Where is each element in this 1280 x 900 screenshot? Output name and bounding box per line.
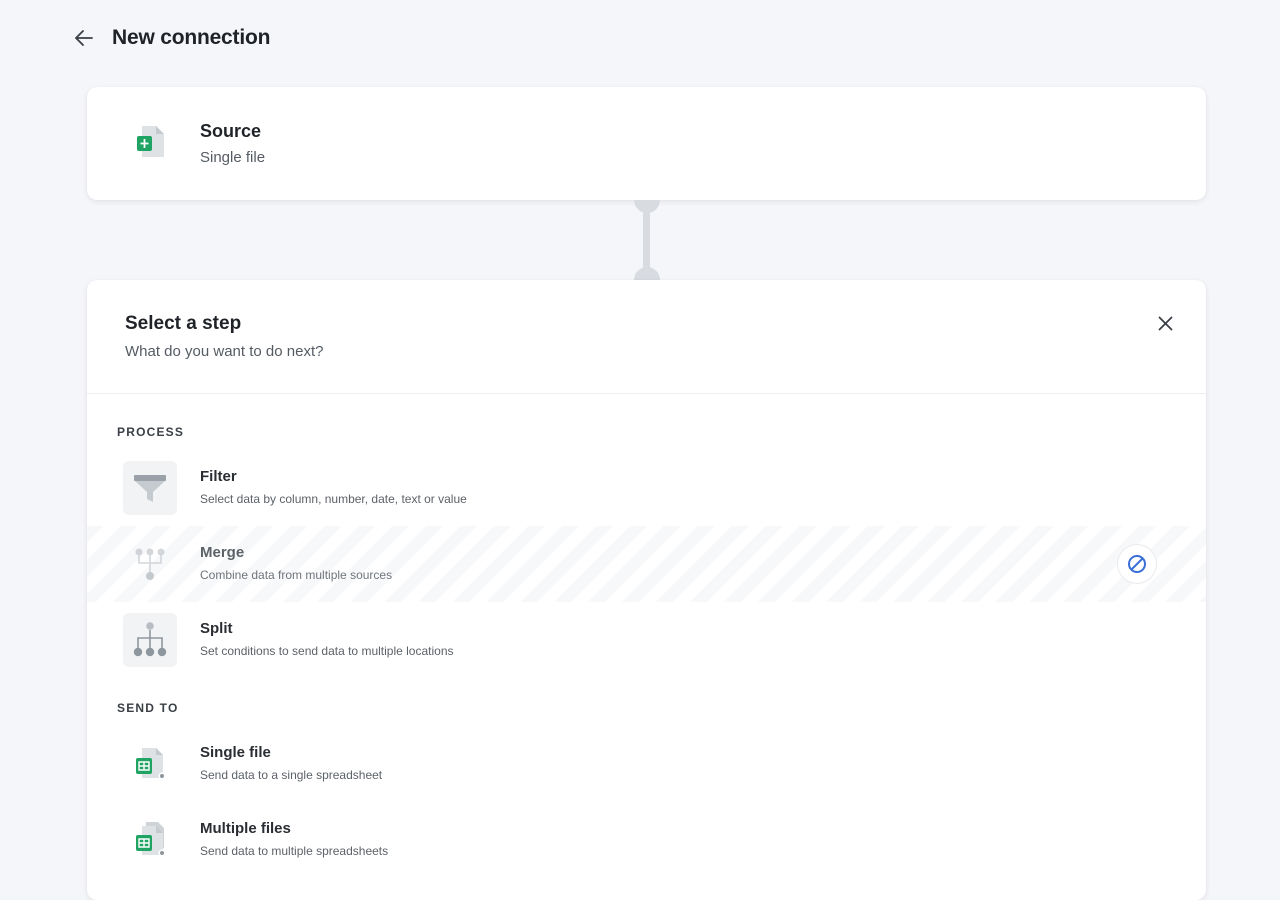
close-icon (1158, 316, 1172, 330)
step-picker-subtitle: What do you want to do next? (125, 343, 324, 360)
single-spreadsheet-icon (123, 737, 177, 791)
step-picker-card: Select a step What do you want to do nex… (87, 280, 1206, 900)
unavailable-icon (1118, 545, 1156, 583)
connector-node-top (634, 200, 660, 213)
source-subtitle: Single file (200, 149, 266, 166)
step-option-title: Split (200, 620, 233, 637)
merge-icon (123, 537, 177, 591)
step-option-description: Send data to a single spreadsheet (200, 768, 383, 782)
section-label-send-to: SEND TO (117, 701, 179, 715)
multiple-spreadsheets-icon (123, 813, 177, 867)
arrow-left-icon (75, 30, 93, 46)
spreadsheet-file-icon (134, 124, 168, 165)
step-option-single-file[interactable]: Single file Send data to a single spread… (87, 726, 1206, 802)
step-option-title: Single file (200, 744, 271, 761)
step-option-merge: Merge Combine data from multiple sources (87, 526, 1206, 602)
filter-icon (123, 461, 177, 515)
connector-node-bottom (634, 267, 660, 280)
section-label-process: PROCESS (117, 425, 185, 439)
step-option-title: Multiple files (200, 820, 291, 837)
step-option-multiple-files[interactable]: Multiple files Send data to multiple spr… (87, 802, 1206, 878)
step-option-filter[interactable]: Filter Select data by column, number, da… (87, 450, 1206, 526)
step-option-split[interactable]: Split Set conditions to send data to mul… (87, 602, 1206, 678)
step-picker-header: Select a step What do you want to do nex… (87, 280, 1206, 394)
close-button[interactable] (1154, 312, 1176, 334)
source-text: Source Single file (200, 121, 265, 166)
step-picker-title: Select a step (125, 313, 242, 334)
step-option-description: Select data by column, number, date, tex… (200, 492, 467, 506)
step-option-description: Combine data from multiple sources (200, 568, 393, 582)
step-option-description: Set conditions to send data to multiple … (200, 644, 454, 658)
page-header: New connection (70, 22, 270, 54)
back-button[interactable] (70, 24, 98, 52)
step-option-title: Filter (200, 468, 237, 485)
step-option-title: Merge (200, 544, 245, 561)
source-title: Source (200, 121, 262, 141)
split-icon (123, 613, 177, 667)
step-option-description: Send data to multiple spreadsheets (200, 844, 389, 858)
page-title: New connection (112, 26, 271, 49)
